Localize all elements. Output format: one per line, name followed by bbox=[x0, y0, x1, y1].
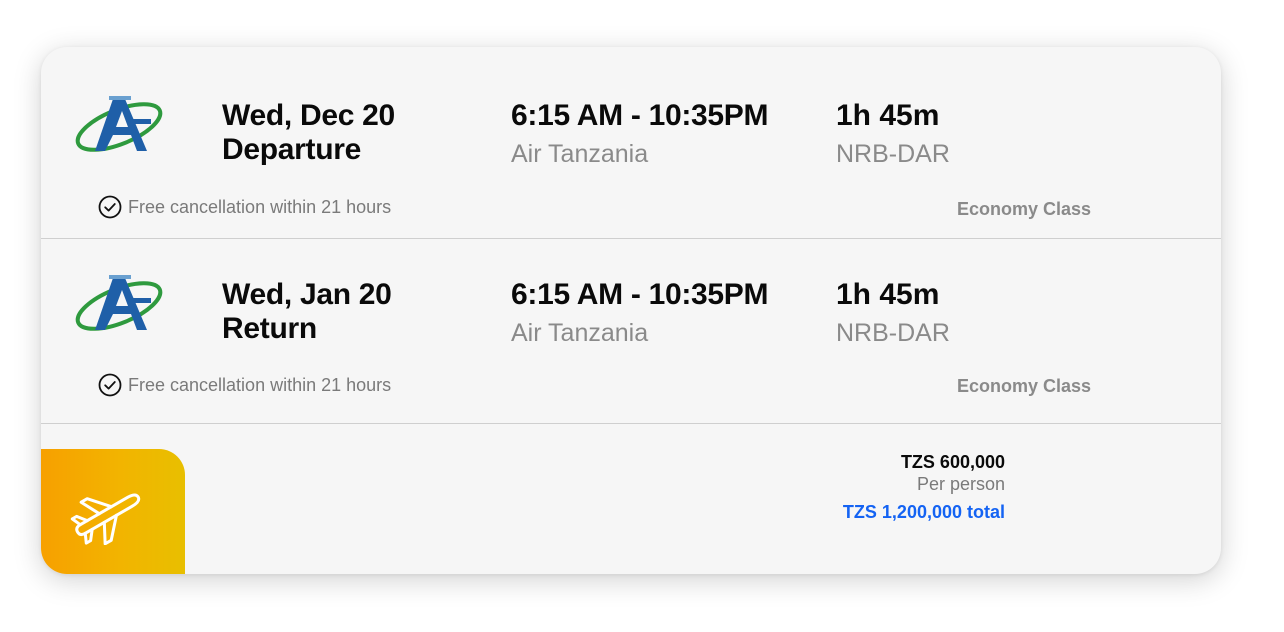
airplane-icon bbox=[70, 493, 141, 545]
flight-card[interactable]: Wed, Dec 20 Departure 6:15 AM - 10:35PM … bbox=[41, 47, 1221, 574]
flight-route: NRB-DAR bbox=[836, 140, 950, 168]
price-block: TZS 600,000 Per person TZS 1,200,000 tot… bbox=[843, 451, 1005, 523]
cabin-class: Economy Class bbox=[957, 199, 1092, 219]
flight-leg-return[interactable]: Wed, Jan 20 Return 6:15 AM - 10:35PM Air… bbox=[41, 238, 1221, 424]
airline-name: Air Tanzania bbox=[511, 140, 649, 168]
flight-leg-departure[interactable]: Wed, Dec 20 Departure 6:15 AM - 10:35PM … bbox=[41, 47, 1221, 239]
flight-time: 6:15 AM - 10:35PM bbox=[511, 99, 769, 132]
price-per-person: TZS 600,000 bbox=[900, 452, 1005, 472]
flight-direction: Return bbox=[222, 312, 317, 345]
flight-duration: 1h 45m bbox=[836, 99, 940, 132]
duration-block: 1h 45m NRB-DAR bbox=[836, 278, 950, 350]
airline-name: Air Tanzania bbox=[511, 319, 649, 347]
check-circle-icon bbox=[98, 195, 122, 219]
date-block: Wed, Dec 20 Departure bbox=[222, 99, 395, 167]
time-block: 6:15 AM - 10:35PM Air Tanzania bbox=[511, 99, 769, 171]
cancellation-note: Free cancellation within 21 hours bbox=[98, 373, 391, 397]
flight-time: 6:15 AM - 10:35PM bbox=[511, 278, 769, 311]
air-tanzania-logo bbox=[75, 96, 163, 152]
flight-direction: Departure bbox=[222, 133, 362, 166]
flight-duration: 1h 45m bbox=[836, 278, 940, 311]
time-block: 6:15 AM - 10:35PM Air Tanzania bbox=[511, 278, 769, 350]
total-price: TZS 1,200,000 total bbox=[842, 502, 1005, 522]
cancellation-text: Free cancellation within 21 hours bbox=[128, 374, 392, 395]
flight-date: Wed, Jan 20 bbox=[222, 278, 392, 311]
duration-block: 1h 45m NRB-DAR bbox=[836, 99, 950, 171]
per-person-label: Per person bbox=[916, 474, 1005, 494]
cancellation-note: Free cancellation within 21 hours bbox=[98, 195, 391, 219]
air-tanzania-logo bbox=[75, 275, 163, 331]
flight-type-badge bbox=[41, 449, 185, 574]
flight-route: NRB-DAR bbox=[836, 319, 950, 347]
flight-date: Wed, Dec 20 bbox=[222, 99, 395, 132]
date-block: Wed, Jan 20 Return bbox=[222, 278, 392, 346]
card-footer: TZS 600,000 Per person TZS 1,200,000 tot… bbox=[41, 424, 1221, 574]
cancellation-text: Free cancellation within 21 hours bbox=[128, 196, 392, 217]
cabin-class: Economy Class bbox=[957, 376, 1092, 396]
check-circle-icon bbox=[98, 373, 122, 397]
